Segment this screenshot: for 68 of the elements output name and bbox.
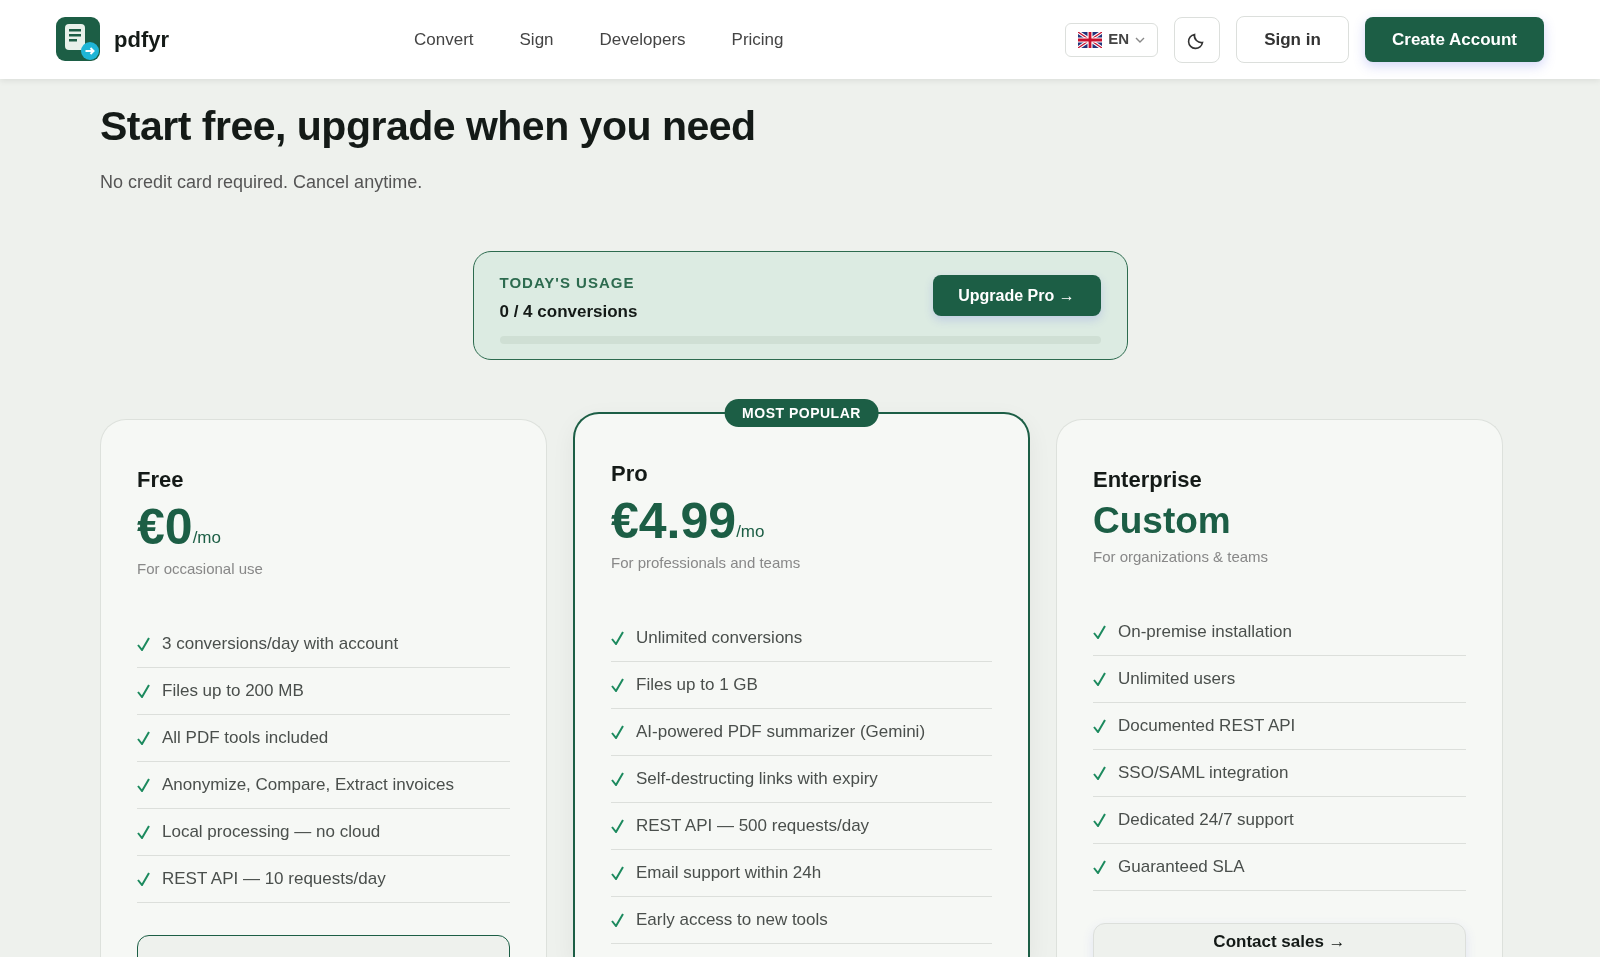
feature-text: 3 conversions/day with account — [162, 632, 399, 655]
nav-link[interactable]: Pricing — [723, 26, 792, 53]
check-icon — [1093, 624, 1106, 639]
feature-text: Local processing — no cloud — [162, 820, 381, 843]
feature-text: All PDF tools included — [162, 726, 329, 749]
nav-link[interactable]: Convert — [406, 26, 482, 53]
check-icon — [137, 824, 150, 839]
plan-subtitle: For occasional use — [137, 559, 264, 579]
usage-label: TODAY'S USAGE — [499, 273, 636, 293]
plan-name: Pro — [611, 460, 649, 488]
check-icon — [1093, 812, 1106, 827]
feature-text: Anonymize, Compare, Extract invoices — [162, 773, 454, 796]
page-subtitle: No credit card required. Cancel anytime. — [100, 171, 424, 194]
plan-price: €4.99 — [611, 492, 737, 550]
check-icon — [611, 912, 624, 927]
check-icon — [1093, 859, 1106, 874]
page-title: Start free, upgrade when you need — [100, 102, 757, 151]
theme-toggle-button[interactable] — [1174, 16, 1220, 63]
check-icon — [611, 865, 624, 880]
upgrade-button[interactable]: Upgrade Pro → — [932, 275, 1101, 316]
plan-name: Free — [137, 466, 185, 494]
language-selector[interactable]: EN — [1065, 22, 1158, 57]
nav-link[interactable]: Developers — [591, 26, 694, 53]
feature-text: Documented REST API — [1118, 714, 1296, 737]
feature-text: Files up to 1 GB — [636, 673, 758, 696]
feature-text: AI-powered PDF summarizer (Gemini) — [636, 720, 926, 743]
feature-text: Email support within 24h — [636, 861, 822, 884]
flag-icon — [1078, 31, 1103, 48]
contact-sales-button[interactable]: Contact sales → — [1093, 922, 1466, 957]
plan-subtitle: For organizations & teams — [1093, 547, 1270, 567]
check-icon — [137, 871, 150, 886]
plan-subtitle: For professionals and teams — [611, 553, 802, 573]
feature-text: Early access to new tools — [636, 908, 828, 931]
check-icon — [1093, 718, 1106, 733]
feature-text: REST API — 10 requests/day — [162, 867, 386, 890]
feature-text: REST API — 500 requests/day — [636, 814, 870, 837]
check-icon — [1093, 671, 1106, 686]
check-icon — [611, 724, 624, 739]
popular-badge: MOST POPULAR — [724, 399, 879, 427]
check-icon — [137, 636, 150, 651]
plan-name: Enterprise — [1093, 466, 1203, 494]
feature-text: Guaranteed SLA — [1118, 855, 1245, 878]
chevron-down-icon — [1135, 36, 1145, 43]
logo-icon[interactable] — [56, 16, 102, 63]
feature-text: Dedicated 24/7 support — [1118, 808, 1294, 831]
check-icon — [137, 683, 150, 698]
brand-name[interactable]: pdfyr — [114, 23, 169, 56]
price-period: /mo — [736, 521, 765, 543]
feature-text: On-premise installation — [1118, 620, 1292, 643]
check-icon — [611, 818, 624, 833]
check-icon — [137, 777, 150, 792]
check-icon — [611, 630, 624, 645]
feature-text: Self-destructing links with expiry — [636, 767, 878, 790]
check-icon — [611, 677, 624, 692]
nav-link[interactable]: Sign — [511, 26, 562, 53]
usage-count: 0 / 4 conversions — [499, 300, 638, 323]
sign-in-button[interactable]: Sign in — [1236, 16, 1349, 63]
feature-text: Files up to 200 MB — [162, 679, 304, 702]
feature-text: Unlimited conversions — [636, 626, 803, 649]
plan-price: €0 — [137, 498, 193, 556]
check-icon — [1093, 765, 1106, 780]
price-period: /mo — [192, 527, 221, 549]
feature-text: Unlimited users — [1118, 667, 1236, 690]
plan-price: Custom — [1093, 499, 1231, 543]
check-icon — [137, 730, 150, 745]
create-account-button[interactable]: Create Account — [1365, 17, 1544, 62]
feature-text: SSO/SAML integration — [1118, 761, 1289, 784]
check-icon — [611, 771, 624, 786]
